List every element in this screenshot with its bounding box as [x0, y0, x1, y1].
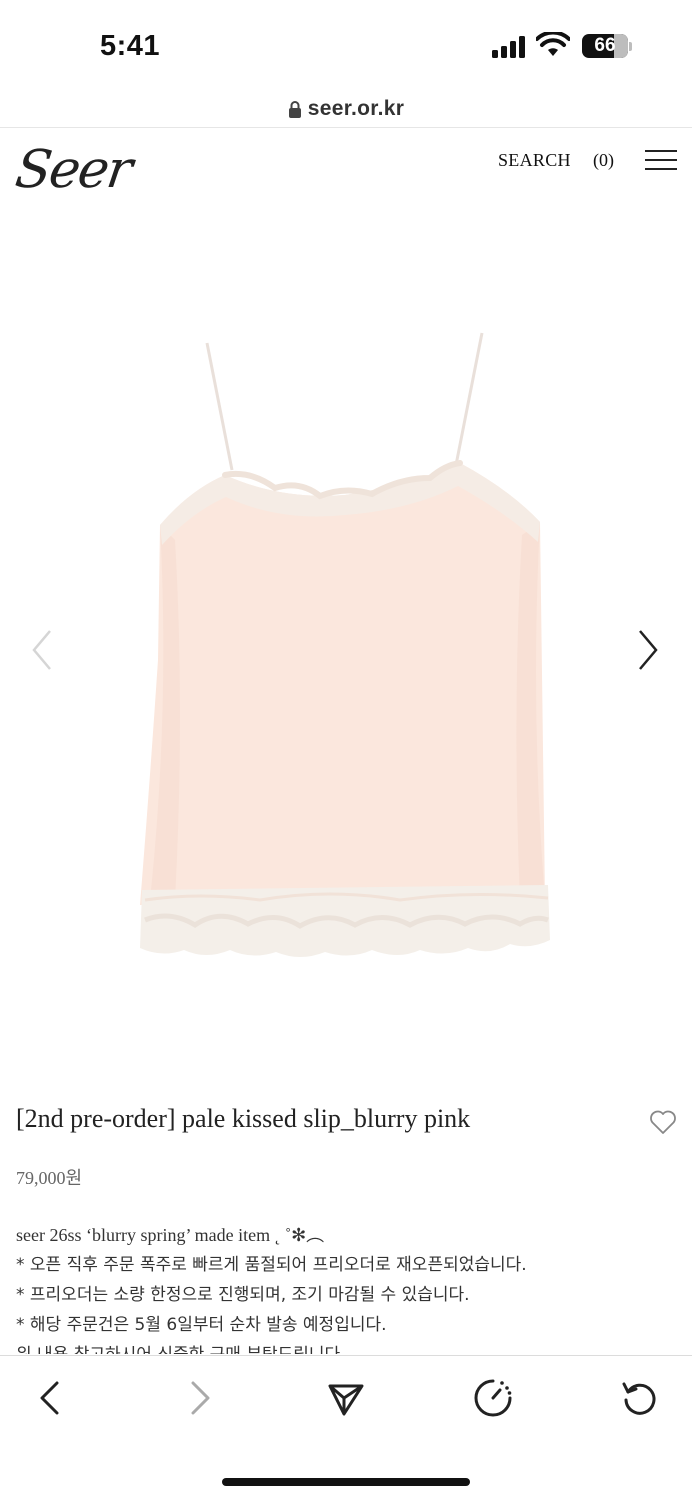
description-line: * 오픈 직후 주문 폭주로 빠르게 품절되어 프리오더로 재오픈되었습니다. — [16, 1255, 527, 1275]
description-line: * 해당 주문건은 5월 6일부터 순차 발송 예정입니다. — [16, 1315, 387, 1335]
site-logo[interactable]: Seer — [12, 140, 134, 200]
cellular-signal-icon — [492, 36, 528, 58]
search-link[interactable]: SEARCH — [498, 150, 571, 171]
status-bar: 5:41 66 — [0, 0, 692, 92]
description-line: 위 내용 참고하시어 신중한 구매 부탁드립니다. — [16, 1340, 676, 1354]
url-divider — [0, 127, 692, 128]
product-image[interactable] — [0, 260, 692, 1040]
reload-icon[interactable] — [620, 1378, 660, 1418]
home-indicator[interactable] — [222, 1478, 470, 1486]
description-line: * 프리오더는 소량 한정으로 진행되며, 조기 마감될 수 있습니다. — [16, 1285, 470, 1305]
product-description: seer 26ss ‘blurry spring’ made item ˛ ˚✻… — [16, 1220, 676, 1354]
carousel-prev-icon[interactable] — [26, 625, 58, 675]
battery-tip — [629, 42, 632, 51]
back-icon[interactable] — [30, 1378, 70, 1418]
carousel-next-icon[interactable] — [632, 625, 664, 675]
url-bar[interactable]: seer.or.kr — [0, 94, 692, 124]
share-icon[interactable] — [326, 1378, 366, 1418]
speed-icon[interactable] — [473, 1378, 513, 1418]
description-line: seer 26ss ‘blurry spring’ made item ˛ ˚✻… — [16, 1225, 325, 1245]
cart-link[interactable]: (0) — [593, 150, 614, 171]
page: 5:41 66 seer.or.kr Seer SEARCH (0) [2nd … — [0, 0, 692, 1500]
wifi-icon — [536, 32, 570, 56]
product-price: 79,000원 — [16, 1168, 83, 1188]
battery-icon: 66 — [582, 34, 628, 58]
forward-icon[interactable] — [180, 1378, 220, 1418]
battery-level: 66 — [594, 35, 616, 56]
status-time: 5:41 — [100, 30, 161, 62]
hamburger-menu-icon[interactable] — [645, 150, 677, 172]
lock-icon — [288, 101, 301, 118]
product-title: [2nd pre-order] pale kissed slip_blurry … — [16, 1104, 471, 1133]
url-text: seer.or.kr — [307, 97, 405, 120]
wishlist-heart-icon[interactable] — [649, 1109, 677, 1135]
